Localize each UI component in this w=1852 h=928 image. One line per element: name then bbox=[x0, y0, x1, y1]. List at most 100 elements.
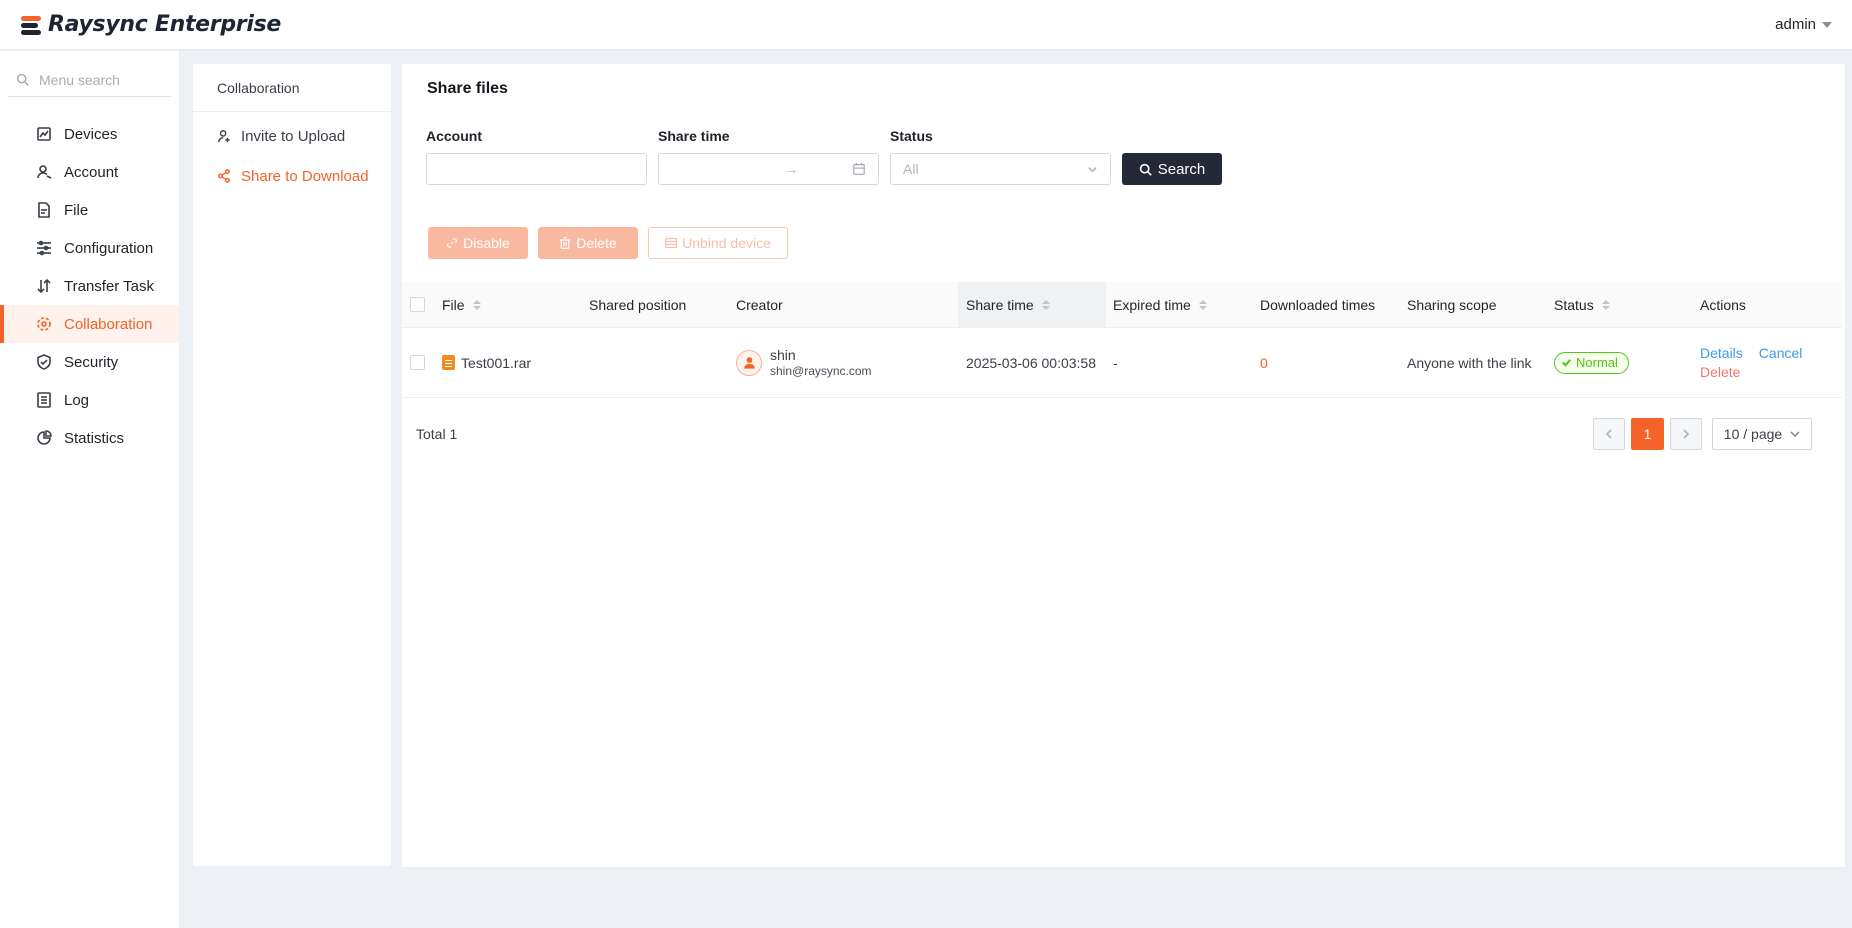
delete-button-label: Delete bbox=[576, 235, 617, 251]
column-header-downloaded-times: Downloaded times bbox=[1260, 282, 1400, 327]
link-icon bbox=[447, 238, 458, 248]
column-label: Creator bbox=[736, 296, 783, 313]
sidebar-item-label: Devices bbox=[64, 125, 118, 143]
sub-navigation: Collaboration Invite to Upload Share to … bbox=[193, 64, 391, 866]
column-header-share-time[interactable]: Share time bbox=[958, 282, 1106, 327]
avatar bbox=[736, 349, 762, 376]
file-cell[interactable]: Test001.rar bbox=[442, 328, 582, 397]
invite-user-icon bbox=[218, 130, 230, 143]
sidebar-nav: Devices Account File Configuration Trans… bbox=[0, 115, 179, 457]
sidebar-item-label: Transfer Task bbox=[64, 277, 155, 295]
row-checkbox[interactable] bbox=[410, 355, 425, 370]
select-all-checkbox[interactable] bbox=[410, 297, 425, 312]
status-badge: Normal bbox=[1554, 351, 1629, 374]
downloaded-times-value: 0 bbox=[1260, 354, 1268, 371]
disable-button[interactable]: Disable bbox=[428, 227, 528, 259]
sidebar-item-label: Log bbox=[64, 391, 90, 409]
status-label: Status bbox=[890, 128, 933, 144]
sort-icon[interactable] bbox=[472, 299, 481, 310]
expired-time-cell: - bbox=[1113, 328, 1253, 397]
pie-chart-icon bbox=[37, 430, 52, 445]
unbind-device-button[interactable]: Unbind device bbox=[648, 227, 788, 259]
row-actions: Details Cancel Delete bbox=[1700, 345, 1802, 380]
log-icon bbox=[37, 392, 51, 408]
next-page-button[interactable] bbox=[1670, 418, 1702, 450]
cancel-link[interactable]: Cancel bbox=[1759, 345, 1803, 361]
sidebar-item-devices[interactable]: Devices bbox=[0, 115, 179, 153]
sidebar-item-label: Configuration bbox=[64, 239, 154, 257]
app-logo[interactable]: Raysync Enterprise bbox=[20, 12, 281, 37]
unbind-device-button-label: Unbind device bbox=[682, 235, 771, 251]
column-header-status[interactable]: Status bbox=[1554, 282, 1694, 327]
column-label: Status bbox=[1554, 296, 1594, 313]
subnav-item-label: Invite to Upload bbox=[241, 127, 346, 145]
shared-position-cell bbox=[589, 328, 729, 397]
delete-link[interactable]: Delete bbox=[1700, 364, 1802, 380]
delete-button[interactable]: Delete bbox=[538, 227, 638, 259]
sidebar-item-file[interactable]: File bbox=[0, 191, 179, 229]
account-input[interactable] bbox=[426, 153, 647, 185]
sliders-icon bbox=[37, 240, 51, 256]
page-size-value: 10 / page bbox=[1723, 426, 1783, 442]
subnav-item-invite-to-upload[interactable]: Invite to Upload bbox=[193, 116, 391, 156]
column-label: Share time bbox=[966, 296, 1034, 313]
share-time-range-picker[interactable]: → bbox=[658, 153, 879, 185]
main-panel: Share files Account Share time → Status … bbox=[402, 64, 1845, 867]
chevron-down-icon bbox=[1790, 431, 1800, 438]
previous-page-button[interactable] bbox=[1593, 418, 1625, 450]
sidebar: Menu search Devices Account File Configu… bbox=[0, 51, 180, 928]
user-menu[interactable]: admin bbox=[1775, 16, 1832, 33]
account-label: Account bbox=[426, 128, 482, 144]
subnav-title: Collaboration bbox=[193, 64, 391, 112]
chevron-left-icon bbox=[1605, 429, 1612, 439]
sidebar-item-configuration[interactable]: Configuration bbox=[0, 229, 179, 267]
sort-icon[interactable] bbox=[1041, 299, 1050, 310]
downloaded-times-cell: 0 bbox=[1260, 328, 1400, 397]
page-size-select[interactable]: 10 / page bbox=[1712, 418, 1812, 450]
calendar-icon bbox=[853, 162, 865, 175]
sort-icon[interactable] bbox=[1601, 299, 1610, 310]
devices-icon bbox=[37, 127, 51, 141]
status-select[interactable]: All bbox=[890, 153, 1111, 185]
column-label: Shared position bbox=[589, 296, 687, 313]
sidebar-item-log[interactable]: Log bbox=[0, 381, 179, 419]
sharing-scope-value: Anyone with the link bbox=[1407, 354, 1532, 371]
status-badge-label: Normal bbox=[1576, 355, 1618, 370]
caret-down-icon bbox=[1822, 21, 1832, 28]
search-button[interactable]: Search bbox=[1122, 153, 1222, 185]
creator-info: shin shin@raysync.com bbox=[770, 347, 872, 379]
share-time-cell: 2025-03-06 00:03:58 bbox=[966, 328, 1114, 397]
creator-name: shin bbox=[770, 346, 796, 363]
check-icon bbox=[1562, 359, 1571, 367]
expired-time-value: - bbox=[1113, 354, 1118, 371]
sidebar-item-account[interactable]: Account bbox=[0, 153, 179, 191]
sort-icon[interactable] bbox=[1198, 299, 1207, 310]
sharing-scope-cell: Anyone with the link bbox=[1407, 328, 1547, 397]
subnav-item-share-to-download[interactable]: Share to Download bbox=[193, 156, 391, 196]
page-number-current[interactable]: 1 bbox=[1631, 418, 1664, 450]
search-icon bbox=[1139, 163, 1152, 176]
column-label: File bbox=[442, 296, 465, 313]
collaboration-icon bbox=[37, 317, 51, 331]
share-time-value: 2025-03-06 00:03:58 bbox=[966, 354, 1096, 371]
details-link[interactable]: Details bbox=[1700, 345, 1743, 361]
user-name: admin bbox=[1775, 16, 1816, 33]
sidebar-item-security[interactable]: Security bbox=[0, 343, 179, 381]
share-icon bbox=[218, 169, 230, 183]
column-header-file[interactable]: File bbox=[442, 282, 582, 327]
column-label: Actions bbox=[1700, 296, 1746, 313]
status-select-value: All bbox=[903, 161, 919, 177]
creator-cell: shin shin@raysync.com bbox=[736, 328, 936, 397]
top-header: Raysync Enterprise admin bbox=[0, 0, 1852, 50]
creator-email: shin@raysync.com bbox=[770, 363, 872, 378]
actions-cell: Details Cancel Delete bbox=[1700, 328, 1840, 397]
status-cell: Normal bbox=[1554, 328, 1694, 397]
menu-search-input[interactable]: Menu search bbox=[8, 63, 171, 97]
row-select-cell bbox=[410, 328, 430, 397]
sidebar-item-statistics[interactable]: Statistics bbox=[0, 419, 179, 457]
select-all-cell bbox=[410, 282, 430, 327]
sidebar-item-collaboration[interactable]: Collaboration bbox=[0, 305, 179, 343]
column-header-actions: Actions bbox=[1700, 282, 1840, 327]
sidebar-item-transfer-task[interactable]: Transfer Task bbox=[0, 267, 179, 305]
column-header-expired-time[interactable]: Expired time bbox=[1113, 282, 1253, 327]
